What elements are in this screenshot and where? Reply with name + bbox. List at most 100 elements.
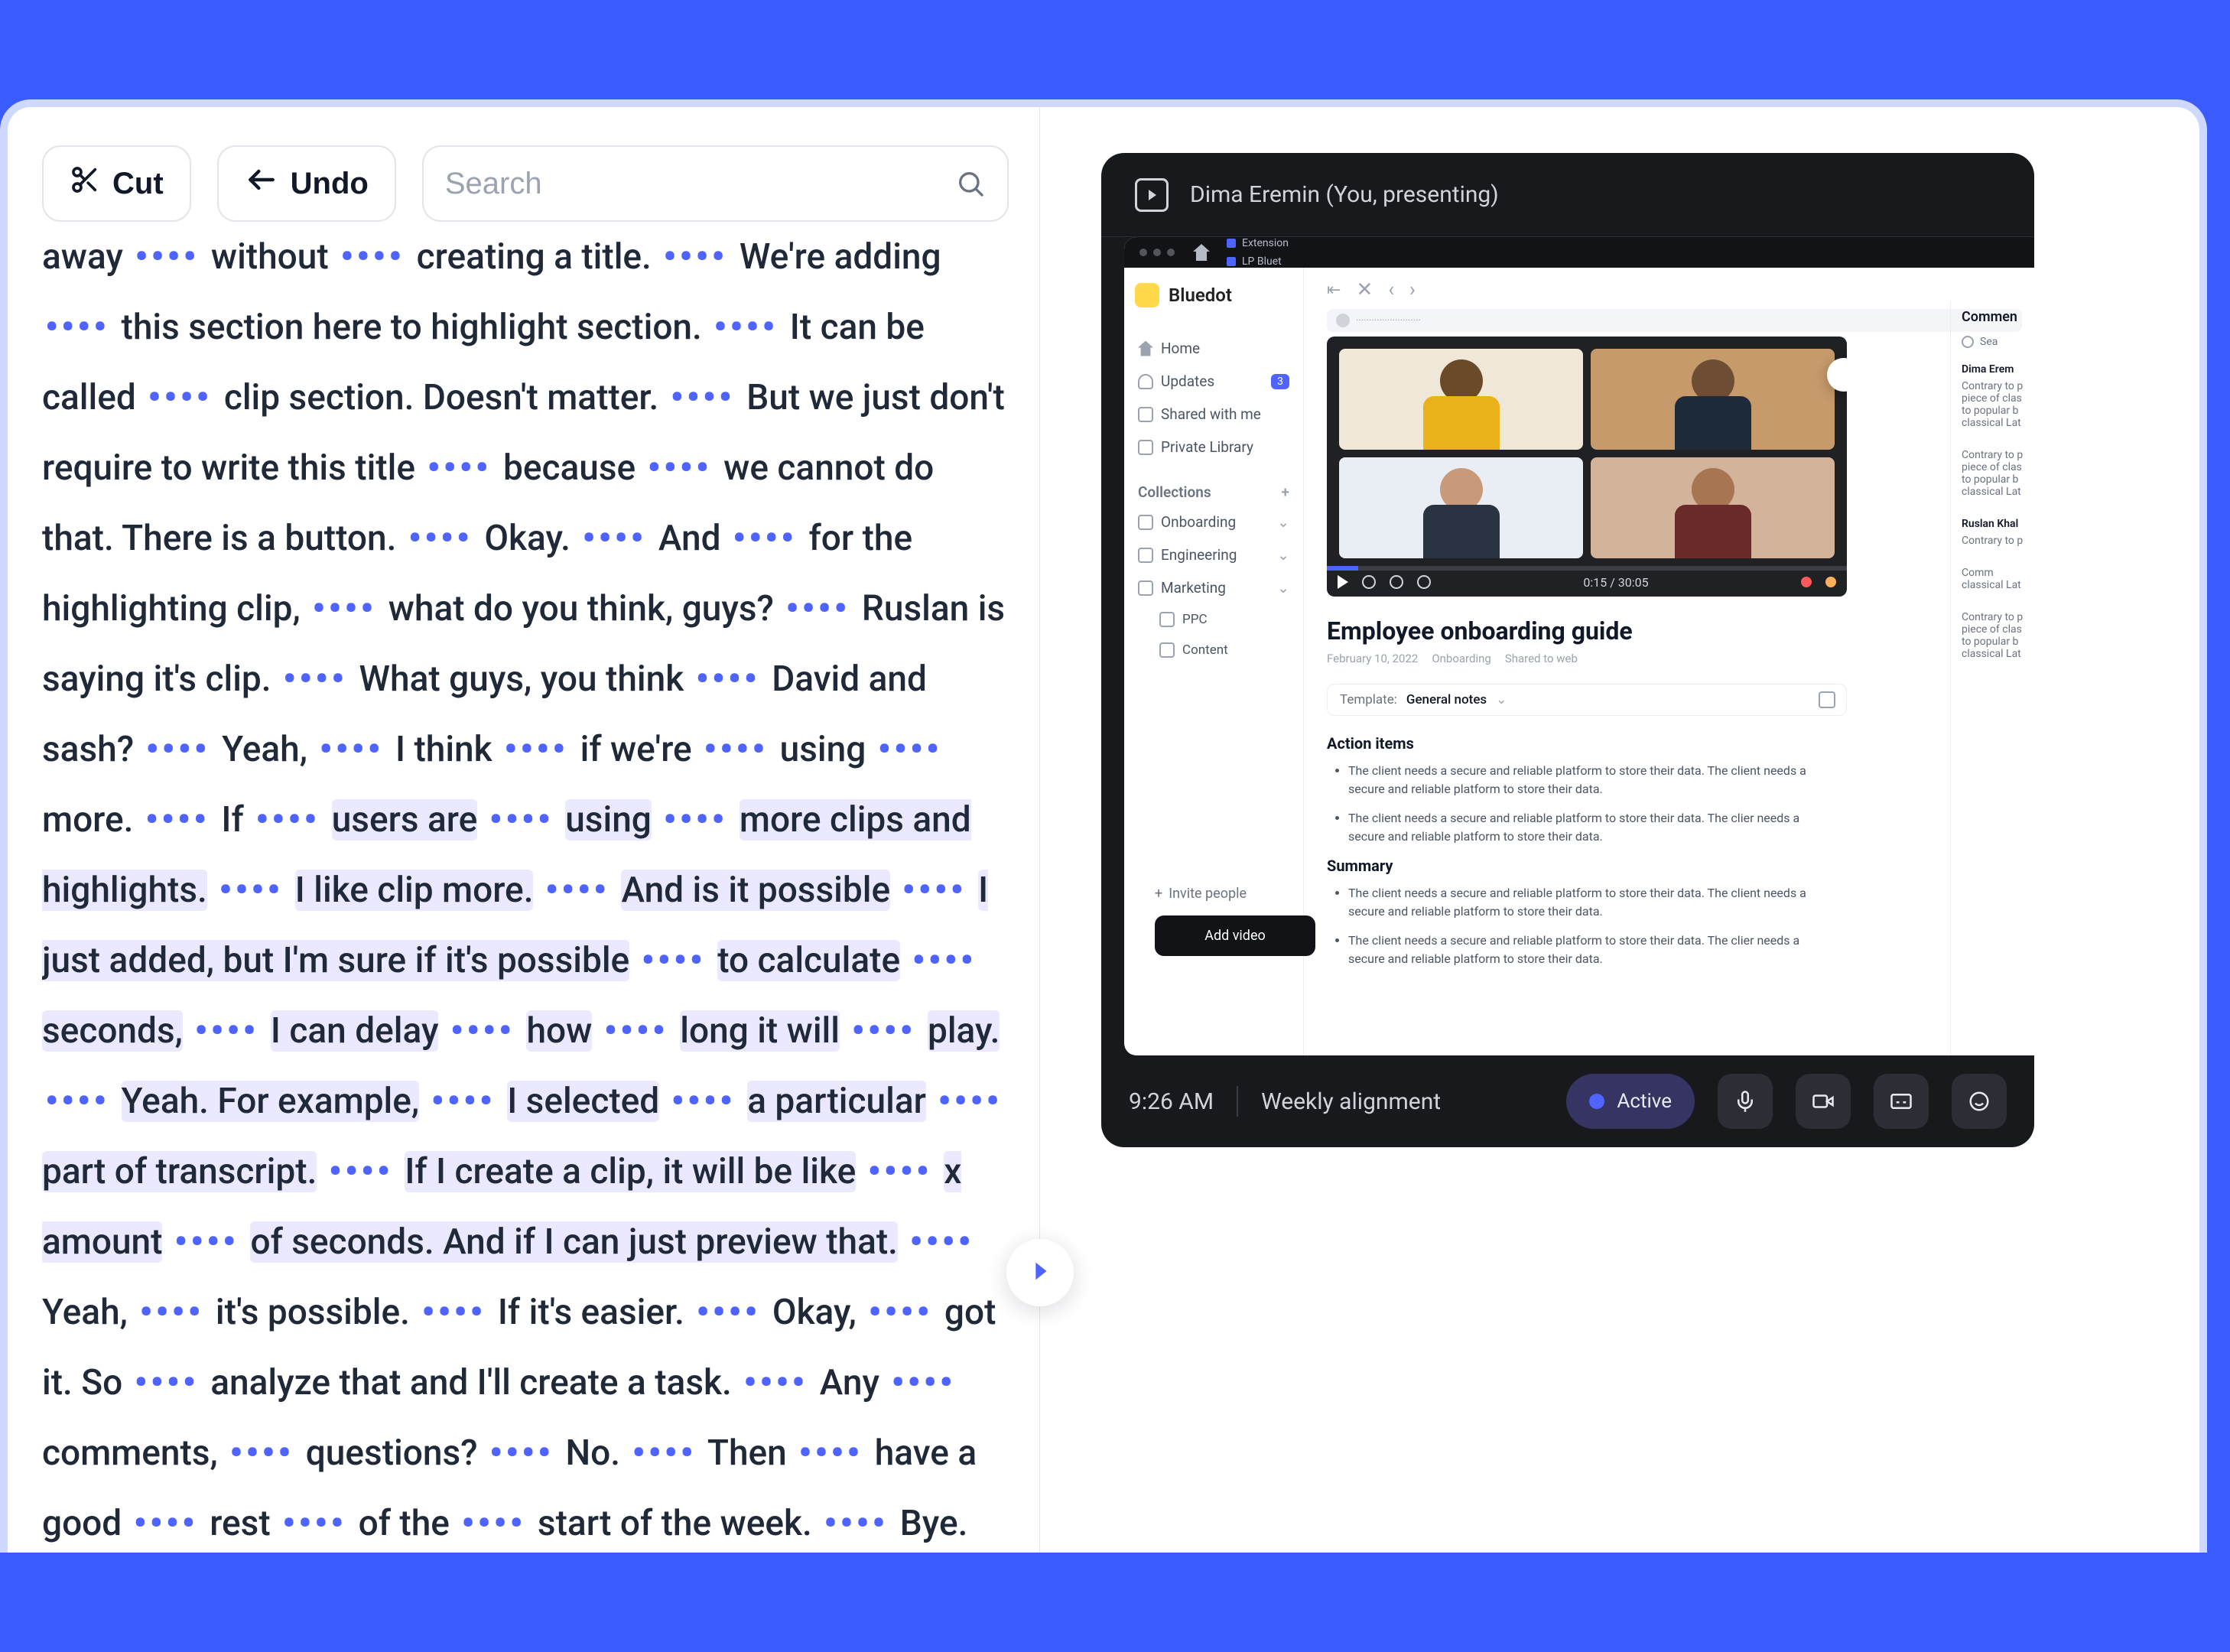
transcript-segment[interactable]: Yeah, [222, 729, 307, 770]
transcript-segment[interactable]: long it will [680, 1010, 840, 1052]
browser-tab[interactable]: LP Bluet [1216, 252, 1299, 268]
comment-block[interactable]: Contrary to ppiece of clasto popular bcl… [1962, 449, 2034, 498]
plus-icon[interactable]: + [1282, 483, 1289, 501]
transcript-segment[interactable]: rest [210, 1503, 270, 1544]
nav-prev-icon[interactable]: ‹ [1388, 278, 1394, 301]
transcript-segment[interactable]: What guys, you think [359, 659, 684, 700]
pause-marker: •••• [740, 1362, 811, 1403]
sidebar-toggle-icon[interactable]: ⇤ [1327, 281, 1341, 300]
transcript-segment[interactable]: play. [928, 1010, 1000, 1052]
search-icon [1962, 336, 1974, 348]
play-icon[interactable] [1338, 575, 1348, 589]
transcript-segment[interactable]: what do you think, guys? [388, 588, 774, 629]
collection-item[interactable]: Engineering⌄ [1135, 538, 1292, 571]
browser-tab[interactable]: Extension [1216, 237, 1299, 252]
sidebar-item[interactable]: Shared with me [1135, 398, 1292, 431]
transcript-segment[interactable]: because [503, 447, 636, 489]
transcript-segment[interactable]: away [42, 236, 123, 278]
transcript-segment[interactable]: We're adding [740, 236, 941, 278]
reactions-button[interactable] [1952, 1074, 2007, 1129]
invite-people[interactable]: +Invite people [1155, 886, 1315, 902]
sidebar-item[interactable]: Updates3 [1135, 365, 1292, 398]
transcript-segment[interactable]: I selected [507, 1081, 659, 1122]
transcript-segment[interactable]: I think [395, 729, 492, 770]
transcript-segment[interactable]: And [658, 518, 721, 559]
pause-marker: •••• [639, 940, 709, 981]
transcript-segment[interactable]: Yeah. For example, [122, 1081, 420, 1122]
collection-item[interactable]: Marketing⌄ [1135, 571, 1292, 604]
transcript-segment[interactable]: a particular [747, 1081, 926, 1122]
comment-block[interactable]: Ruslan KhalContrary to p [1962, 518, 2034, 547]
nav-next-icon[interactable]: › [1409, 278, 1416, 301]
sidebar-item[interactable]: Home [1135, 332, 1292, 365]
transcript-segment[interactable]: to calculate [717, 940, 900, 981]
transcript-segment[interactable]: If it's easier. [498, 1292, 684, 1333]
transcript-segment[interactable]: of the [359, 1503, 450, 1544]
add-video-button[interactable]: Add video [1155, 915, 1315, 956]
transcript-segment[interactable]: Okay, [772, 1292, 857, 1333]
transcript-segment[interactable]: Yeah, [42, 1292, 128, 1333]
transcript-segment[interactable]: how [526, 1010, 592, 1052]
comment-block[interactable]: Dima EremContrary to ppiece of clasto po… [1962, 363, 2034, 429]
pause-marker: •••• [132, 1362, 202, 1403]
undo-button[interactable]: Undo [217, 145, 396, 222]
volume-icon[interactable] [1417, 575, 1431, 589]
transcript-text[interactable]: away •••• without •••• creating a title.… [42, 222, 1009, 1553]
transcript-segment[interactable]: creating a title. [417, 236, 652, 278]
transcript-segment[interactable]: questions? [306, 1432, 478, 1474]
transcript-segment[interactable]: Bye. [900, 1503, 968, 1544]
video-player[interactable]: 0:15 / 30:05 [1327, 337, 1847, 597]
transcript-segment[interactable]: I like clip more. [295, 870, 534, 911]
cut-button[interactable]: Cut [42, 145, 191, 222]
cc-button[interactable] [1874, 1074, 1929, 1129]
active-pill[interactable]: Active [1566, 1074, 1695, 1129]
sidebar-item[interactable]: Private Library [1135, 431, 1292, 463]
transcript-segment[interactable]: No. [565, 1432, 620, 1474]
transcript-segment[interactable]: part of transcript. [42, 1151, 317, 1192]
transcript-segment[interactable]: clip section. Doesn't matter. [224, 377, 658, 418]
transcript-segment[interactable]: more. [42, 799, 133, 841]
transcript-segment[interactable]: without [211, 236, 329, 278]
pause-marker: •••• [447, 1010, 518, 1052]
template-selector[interactable]: Template: General notes ⌄ [1327, 684, 1847, 716]
transcript-segment[interactable]: And is it possible [621, 870, 890, 911]
settings-icon[interactable] [1362, 575, 1376, 589]
collapse-toggle[interactable] [1006, 1239, 1074, 1306]
transcript-segment[interactable]: of seconds. And if I can just preview th… [250, 1221, 898, 1263]
collection-item[interactable]: Onboarding⌄ [1135, 506, 1292, 538]
participant-tile [1591, 457, 1835, 558]
transcript-segment[interactable]: using [565, 799, 652, 841]
collection-item[interactable]: PPC [1135, 604, 1292, 635]
transcript-segment[interactable]: it's possible. [216, 1292, 410, 1333]
pause-marker: •••• [645, 447, 715, 489]
transcript-segment[interactable]: using [780, 729, 866, 770]
transcript-segment[interactable]: I can delay [271, 1010, 439, 1052]
transcript-segment[interactable]: comments, [42, 1432, 218, 1474]
transcript-segment[interactable]: start of the week. [538, 1503, 812, 1544]
brand-name: Bluedot [1169, 285, 1232, 306]
close-icon[interactable]: ✕ [1356, 278, 1373, 301]
transcript-segment[interactable]: Okay. [484, 518, 571, 559]
copy-icon[interactable] [1819, 691, 1835, 708]
camera-button[interactable] [1796, 1074, 1851, 1129]
comments-search[interactable]: Sea [1962, 336, 2034, 348]
transcript-segment[interactable]: If I create a clip, it will be like [405, 1151, 856, 1192]
transcript-segment[interactable]: analyze that and I'll create a task. [210, 1362, 732, 1403]
search-input[interactable] [445, 167, 940, 201]
transcript-segment[interactable]: users are [332, 799, 478, 841]
transcript-segment[interactable]: seconds, [42, 1010, 183, 1052]
transcript-segment[interactable]: If [221, 799, 243, 841]
comment-block[interactable]: Contrary to ppiece of clasto popular bcl… [1962, 611, 2034, 660]
mic-button[interactable] [1718, 1074, 1773, 1129]
section-heading: Action items [1327, 734, 2022, 753]
transcript-segment[interactable]: this section here to highlight section. [122, 307, 702, 348]
transcript-segment[interactable]: Any [820, 1362, 879, 1403]
pause-marker: •••• [42, 1081, 112, 1122]
transcript-segment[interactable]: if we're [580, 729, 692, 770]
search-field[interactable] [422, 145, 1009, 222]
comment-block[interactable]: Commclassical Lat [1962, 567, 2034, 591]
speed-icon[interactable] [1390, 575, 1403, 589]
collection-item[interactable]: Content [1135, 635, 1292, 665]
transcript-segment[interactable]: Then [707, 1432, 787, 1474]
pause-marker: •••• [131, 1503, 201, 1544]
